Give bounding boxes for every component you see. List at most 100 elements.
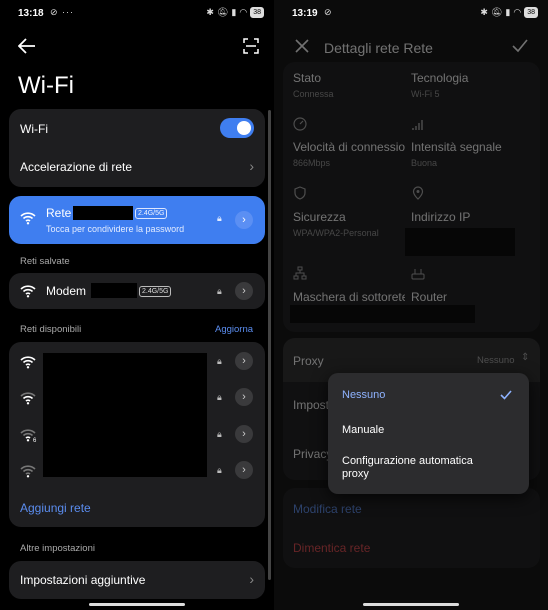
speedometer-icon xyxy=(293,117,307,131)
wifi-icon xyxy=(20,392,36,405)
svg-text:6: 6 xyxy=(33,438,37,442)
page-title: Wi-Fi xyxy=(18,72,74,99)
add-network-link[interactable]: Aggiungi rete xyxy=(20,501,91,515)
proxy-option-none[interactable]: Nessuno xyxy=(328,381,529,409)
redacted-network-names xyxy=(43,353,207,477)
router-label: Router xyxy=(411,290,448,304)
proxy-option-label: Nessuno xyxy=(342,389,386,401)
status-bar: 13:18 ⊘ ··· ✱ 🔕︎ ▮ ◠ 38 xyxy=(0,0,274,26)
additional-settings-row[interactable]: Impostazioni aggiuntive › xyxy=(9,561,265,599)
network-details-button[interactable]: › xyxy=(235,461,253,479)
available-networks-card: 🔒︎ › 🔒︎ › 6 🔒︎ › 🔒︎ › Aggiungi rete xyxy=(9,342,265,527)
back-arrow-icon[interactable] xyxy=(18,38,36,54)
proxy-option-manual[interactable]: Manuale xyxy=(328,416,529,444)
gesture-bar[interactable] xyxy=(363,603,459,606)
wifi-status-icon: ◠ xyxy=(239,7,248,17)
status-bar: 13:19 ⊘ ✱ 🔕︎ ▮ ◠ 38 xyxy=(274,0,548,26)
lock-icon: 🔒︎ xyxy=(217,356,222,366)
modify-network-link[interactable]: Modifica rete xyxy=(293,502,362,516)
ip-label: Indirizzo IP xyxy=(411,210,471,224)
proxy-value: Nessuno xyxy=(477,355,515,366)
speed-value: 866Mbps xyxy=(293,158,331,168)
redacted-ssid xyxy=(73,206,133,220)
wifi-settings-screen: 13:18 ⊘ ··· ✱ 🔕︎ ▮ ◠ 38 Wi-Fi Wi-Fi Acce… xyxy=(0,0,274,610)
network-details-button[interactable]: › xyxy=(235,388,253,406)
wifi-6-icon: 6 xyxy=(20,429,37,442)
proxy-option-auto[interactable]: Configurazione automatica proxy xyxy=(328,451,529,487)
network-details-screen: 13:19 ⊘ ✱ 🔕︎ ▮ ◠ 38 Dettagli rete Rete S… xyxy=(274,0,548,610)
router-icon xyxy=(411,269,425,280)
state-label: Stato xyxy=(293,71,322,85)
battery-icon: 38 xyxy=(250,7,264,18)
state-value: Connessa xyxy=(293,89,334,99)
saved-networks-title: Reti salvate xyxy=(20,256,70,267)
accel-label: Accelerazione di rete xyxy=(20,160,133,174)
tech-label: Tecnologia xyxy=(411,71,469,85)
confirm-check-icon[interactable] xyxy=(512,39,528,53)
signal-icon: ▮ xyxy=(505,7,511,17)
proxy-option-label: Configurazione automatica proxy xyxy=(342,455,473,480)
shield-icon xyxy=(294,186,306,200)
selected-check-icon xyxy=(500,390,512,400)
system-icons: ✱ 🔕︎ ▮ ◠ 38 xyxy=(480,7,538,18)
redacted-ip xyxy=(405,228,515,256)
wifi-icon xyxy=(20,285,36,298)
network-details-button[interactable]: › xyxy=(235,282,253,300)
bluetooth-icon: ✱ xyxy=(480,7,488,17)
scrollbar[interactable] xyxy=(268,110,271,580)
chevron-right-icon: › xyxy=(249,158,254,174)
wifi-status-icon: ◠ xyxy=(513,7,522,17)
band-badge: 2.4G/5G xyxy=(135,208,168,219)
refresh-link[interactable]: Aggiorna xyxy=(215,324,253,335)
page-title: Dettagli rete Rete xyxy=(324,40,433,56)
notification-icons: ⊘ xyxy=(324,7,333,17)
redacted-mask-router xyxy=(290,305,475,323)
qr-scan-icon[interactable] xyxy=(243,38,259,54)
signal-value: Buona xyxy=(411,158,438,168)
security-value: WPA/WPA2-Personal xyxy=(293,228,379,238)
location-pin-icon xyxy=(412,186,424,200)
accel-row[interactable]: Accelerazione di rete › xyxy=(9,149,265,187)
forget-network-link[interactable]: Dimentica rete xyxy=(293,541,370,555)
wifi-icon xyxy=(20,212,36,225)
wifi-icon xyxy=(20,465,36,478)
wifi-toggle-label: Wi-Fi xyxy=(20,122,48,136)
band-badge: 2.4G/5G xyxy=(139,286,172,297)
connected-network-name: Rete xyxy=(46,206,72,220)
lock-icon: 🔒︎ xyxy=(217,213,222,223)
saved-network-card[interactable]: Modem 2.4G/5G 🔒︎ › xyxy=(9,273,265,309)
redacted-ssid xyxy=(91,283,137,298)
status-time: 13:19 xyxy=(292,8,318,19)
other-settings-title: Altre impostazioni xyxy=(20,543,95,554)
security-label: Sicurezza xyxy=(293,210,346,224)
proxy-label: Proxy xyxy=(293,354,324,368)
network-details-button[interactable]: › xyxy=(235,211,253,229)
proxy-dropdown-menu: Nessuno Manuale Configurazione automatic… xyxy=(328,373,529,494)
notification-icons: ⊘ ··· xyxy=(50,7,75,17)
saved-network-name: Modem xyxy=(46,284,87,298)
connected-network-card[interactable]: Rete 2.4G/5G Tocca per condividere la pa… xyxy=(9,196,265,244)
close-icon[interactable] xyxy=(295,39,309,53)
chevron-updown-icon: ⇕ xyxy=(521,352,530,363)
mute-icon: 🔕︎ xyxy=(490,7,503,17)
additional-settings-label: Impostazioni aggiuntive xyxy=(20,573,146,587)
network-details-button[interactable]: › xyxy=(235,352,253,370)
status-time: 13:18 xyxy=(18,8,44,19)
speed-label: Velocità di connessione xyxy=(293,140,405,154)
chevron-right-icon: › xyxy=(249,571,254,587)
available-networks-title: Reti disponibili xyxy=(20,324,82,335)
lock-icon: 🔒︎ xyxy=(217,429,222,439)
battery-icon: 38 xyxy=(524,7,538,18)
network-details-button[interactable]: › xyxy=(235,425,253,443)
wifi-main-card: Wi-Fi Accelerazione di rete › xyxy=(9,109,265,187)
signal-icon: ▮ xyxy=(231,7,237,17)
privacy-label[interactable]: Privacy xyxy=(293,447,332,461)
mask-label: Maschera di sottorete xyxy=(293,290,405,304)
gesture-bar[interactable] xyxy=(89,603,185,606)
wifi-icon xyxy=(20,356,36,369)
connected-network-subtitle: Tocca per condividere la password xyxy=(46,224,185,234)
wifi-toggle[interactable] xyxy=(220,118,254,138)
proxy-option-label: Manuale xyxy=(342,424,385,436)
lock-icon: 🔒︎ xyxy=(217,286,222,296)
lock-icon: 🔒︎ xyxy=(217,392,222,402)
